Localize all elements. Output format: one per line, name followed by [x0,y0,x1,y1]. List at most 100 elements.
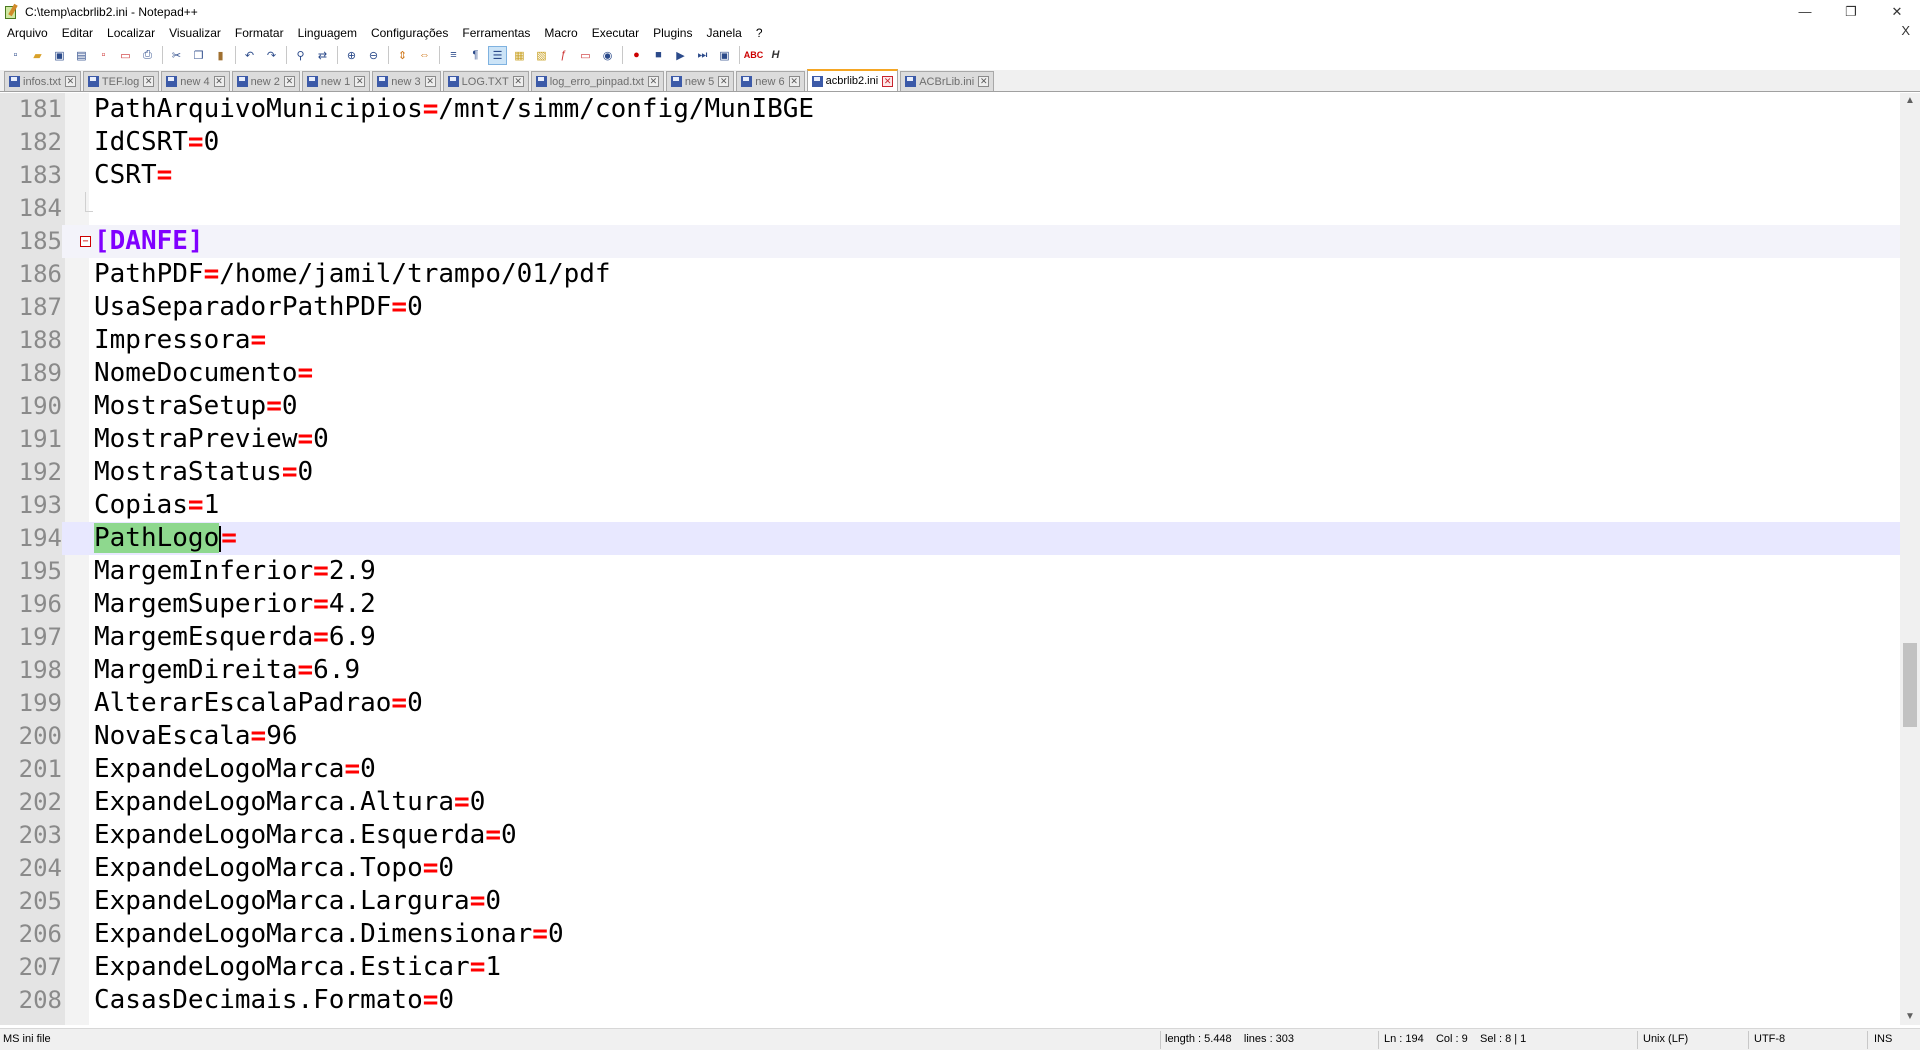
tab-new-1[interactable]: new 1 ✕ [301,71,371,91]
editor-line[interactable]: 206 ExpandeLogoMarca.Dimensionar=0 [0,918,1900,951]
menu-linguagem[interactable]: Linguagem [291,26,364,40]
tab-new-2[interactable]: new 2 ✕ [231,71,300,91]
tab-new-4[interactable]: new 4 ✕ [161,71,230,91]
editor-line[interactable]: 181 PathArquivoMunicipios=/mnt/simm/confi… [0,93,1900,126]
editor-line[interactable]: 185 − [DANFE] [0,225,1900,258]
tab-tef-log[interactable]: TEF.log ✕ [82,71,160,91]
replace-icon[interactable]: ⇄ [313,46,332,65]
maximize-button[interactable]: ❐ [1828,0,1874,23]
indent-guide-icon[interactable]: ☰ [488,45,507,65]
editor-line[interactable]: 208 CasasDecimais.Formato=0 [0,984,1900,1017]
status-insert-mode[interactable]: INS [1874,1033,1892,1047]
tab-close-icon[interactable]: ✕ [424,76,436,87]
menu-localizar[interactable]: Localizar [100,26,162,40]
find-icon[interactable]: ⚲ [291,46,310,65]
status-encoding[interactable]: UTF-8 [1754,1033,1785,1047]
editor-line[interactable]: 196 MargemSuperior=4.2 [0,588,1900,621]
editor-line[interactable]: 195 MargemInferior=2.9 [0,555,1900,588]
menu-executar[interactable]: Executar [585,26,646,40]
editor-line[interactable]: 183 CSRT= [0,159,1900,192]
monitoring-icon[interactable]: ◉ [598,46,617,65]
tab-close-icon[interactable]: ✕ [143,76,155,87]
tab-close-icon[interactable]: ✕ [354,76,366,87]
udl-icon[interactable]: ▦ [510,46,529,65]
redo-icon[interactable]: ↷ [262,46,281,65]
cut-icon[interactable]: ✂ [167,46,186,65]
undo-icon[interactable]: ↶ [240,46,259,65]
save-all-icon[interactable]: ▤ [72,46,91,65]
hex-editor-icon[interactable]: H [766,46,785,65]
editor-line[interactable]: 191 MostraPreview=0 [0,423,1900,456]
tab-new-6[interactable]: new 6 ✕ [736,71,805,91]
fold-collapse-icon[interactable]: − [80,236,91,247]
folder-workspace-icon[interactable]: ▭ [576,46,595,65]
menu-formatar[interactable]: Formatar [228,26,291,40]
vertical-scrollbar[interactable]: ▲ ▼ [1900,93,1920,1025]
status-eol[interactable]: Unix (LF) [1643,1033,1688,1047]
editor-line[interactable]: 190 MostraSetup=0 [0,390,1900,423]
spellcheck-icon[interactable]: ABC [744,46,764,65]
sync-vertical-icon[interactable]: ⇕ [393,46,412,65]
tab-close-icon[interactable]: ✕ [512,76,524,87]
editor-line[interactable]: 199 AlterarEscalaPadrao=0 [0,687,1900,720]
tab-acbrlib-ini[interactable]: ACBrLib.ini ✕ [900,71,995,91]
tab-close-icon[interactable]: ✕ [978,76,990,87]
menu-macro[interactable]: Macro [537,26,584,40]
run-macro-multiple-icon[interactable]: ⏭ [693,46,712,65]
tab-acbrlib2-ini[interactable]: acbrlib2.ini ✕ [806,69,899,91]
editor-line[interactable]: 184 [0,192,1900,225]
editor-line[interactable]: 207 ExpandeLogoMarca.Esticar=1 [0,951,1900,984]
editor-line[interactable]: 186 PathPDF=/home/jamil/trampo/01/pdf [0,258,1900,291]
menu-janela[interactable]: Janela [699,26,748,40]
editor-line[interactable]: 198 MargemDireita=6.9 [0,654,1900,687]
editor-line[interactable]: 200 NovaEscala=96 [0,720,1900,753]
tab-log-txt[interactable]: LOG.TXT ✕ [442,71,529,91]
open-file-icon[interactable]: ▰ [28,46,47,65]
editor-line[interactable]: 204 ExpandeLogoMarca.Topo=0 [0,852,1900,885]
editor-area[interactable]: 181 PathArquivoMunicipios=/mnt/simm/confi… [0,93,1900,1025]
save-macro-icon[interactable]: ▣ [715,46,734,65]
record-macro-icon[interactable]: ● [627,46,646,65]
editor-line[interactable]: 205 ExpandeLogoMarca.Largura=0 [0,885,1900,918]
scrollbar-thumb[interactable] [1903,643,1917,727]
menu-ferramentas[interactable]: Ferramentas [455,26,537,40]
print-icon[interactable]: ⎙ [138,46,157,65]
editor-line[interactable]: 203 ExpandeLogoMarca.Esquerda=0 [0,819,1900,852]
editor-line[interactable]: 202 ExpandeLogoMarca.Altura=0 [0,786,1900,819]
menu-help[interactable]: ? [749,26,770,40]
tab-infos-txt[interactable]: infos.txt ✕ [4,71,81,91]
sync-horizontal-icon[interactable]: ⇔ [415,46,434,65]
menu-editar[interactable]: Editar [55,26,100,40]
paste-icon[interactable]: ▮ [211,46,230,65]
close-all-icon[interactable]: ▭ [116,46,135,65]
scroll-up-icon[interactable]: ▲ [1900,93,1920,109]
scroll-down-icon[interactable]: ▼ [1900,1009,1920,1025]
play-macro-icon[interactable]: ▶ [671,46,690,65]
editor-line[interactable]: 194 PathLogo= [0,522,1900,555]
editor-line[interactable]: 182 IdCSRT=0 [0,126,1900,159]
tab-new-5[interactable]: new 5 ✕ [665,71,735,91]
editor-line[interactable]: 193 Copias=1 [0,489,1900,522]
tab-log-erro-pinpad[interactable]: log_erro_pinpad.txt ✕ [530,71,664,91]
menu-visualizar[interactable]: Visualizar [162,26,228,40]
tab-close-icon[interactable]: ✕ [718,76,730,87]
tab-close-icon[interactable]: ✕ [64,76,76,87]
menu-configuracoes[interactable]: Configurações [364,26,455,40]
editor-line[interactable]: 192 MostraStatus=0 [0,456,1900,489]
tab-close-icon[interactable]: ✕ [882,75,894,87]
word-wrap-icon[interactable]: ≡ [444,46,463,65]
menu-arquivo[interactable]: Arquivo [0,26,55,40]
zoom-in-icon[interactable]: ⊕ [342,46,361,65]
close-file-icon[interactable]: ▫ [94,46,113,65]
tab-new-3[interactable]: new 3 ✕ [372,71,441,91]
editor-line[interactable]: 201 ExpandeLogoMarca=0 [0,753,1900,786]
tab-close-icon[interactable]: ✕ [647,76,659,87]
tab-close-icon[interactable]: ✕ [788,76,800,87]
function-list-icon[interactable]: ƒ [554,46,573,65]
new-file-icon[interactable]: ▫ [6,46,25,65]
stop-macro-icon[interactable]: ■ [649,46,668,65]
close-window-button[interactable]: ✕ [1874,0,1920,23]
doc-map-icon[interactable]: ▧ [532,46,551,65]
save-icon[interactable]: ▣ [50,46,69,65]
menu-plugins[interactable]: Plugins [646,26,699,40]
